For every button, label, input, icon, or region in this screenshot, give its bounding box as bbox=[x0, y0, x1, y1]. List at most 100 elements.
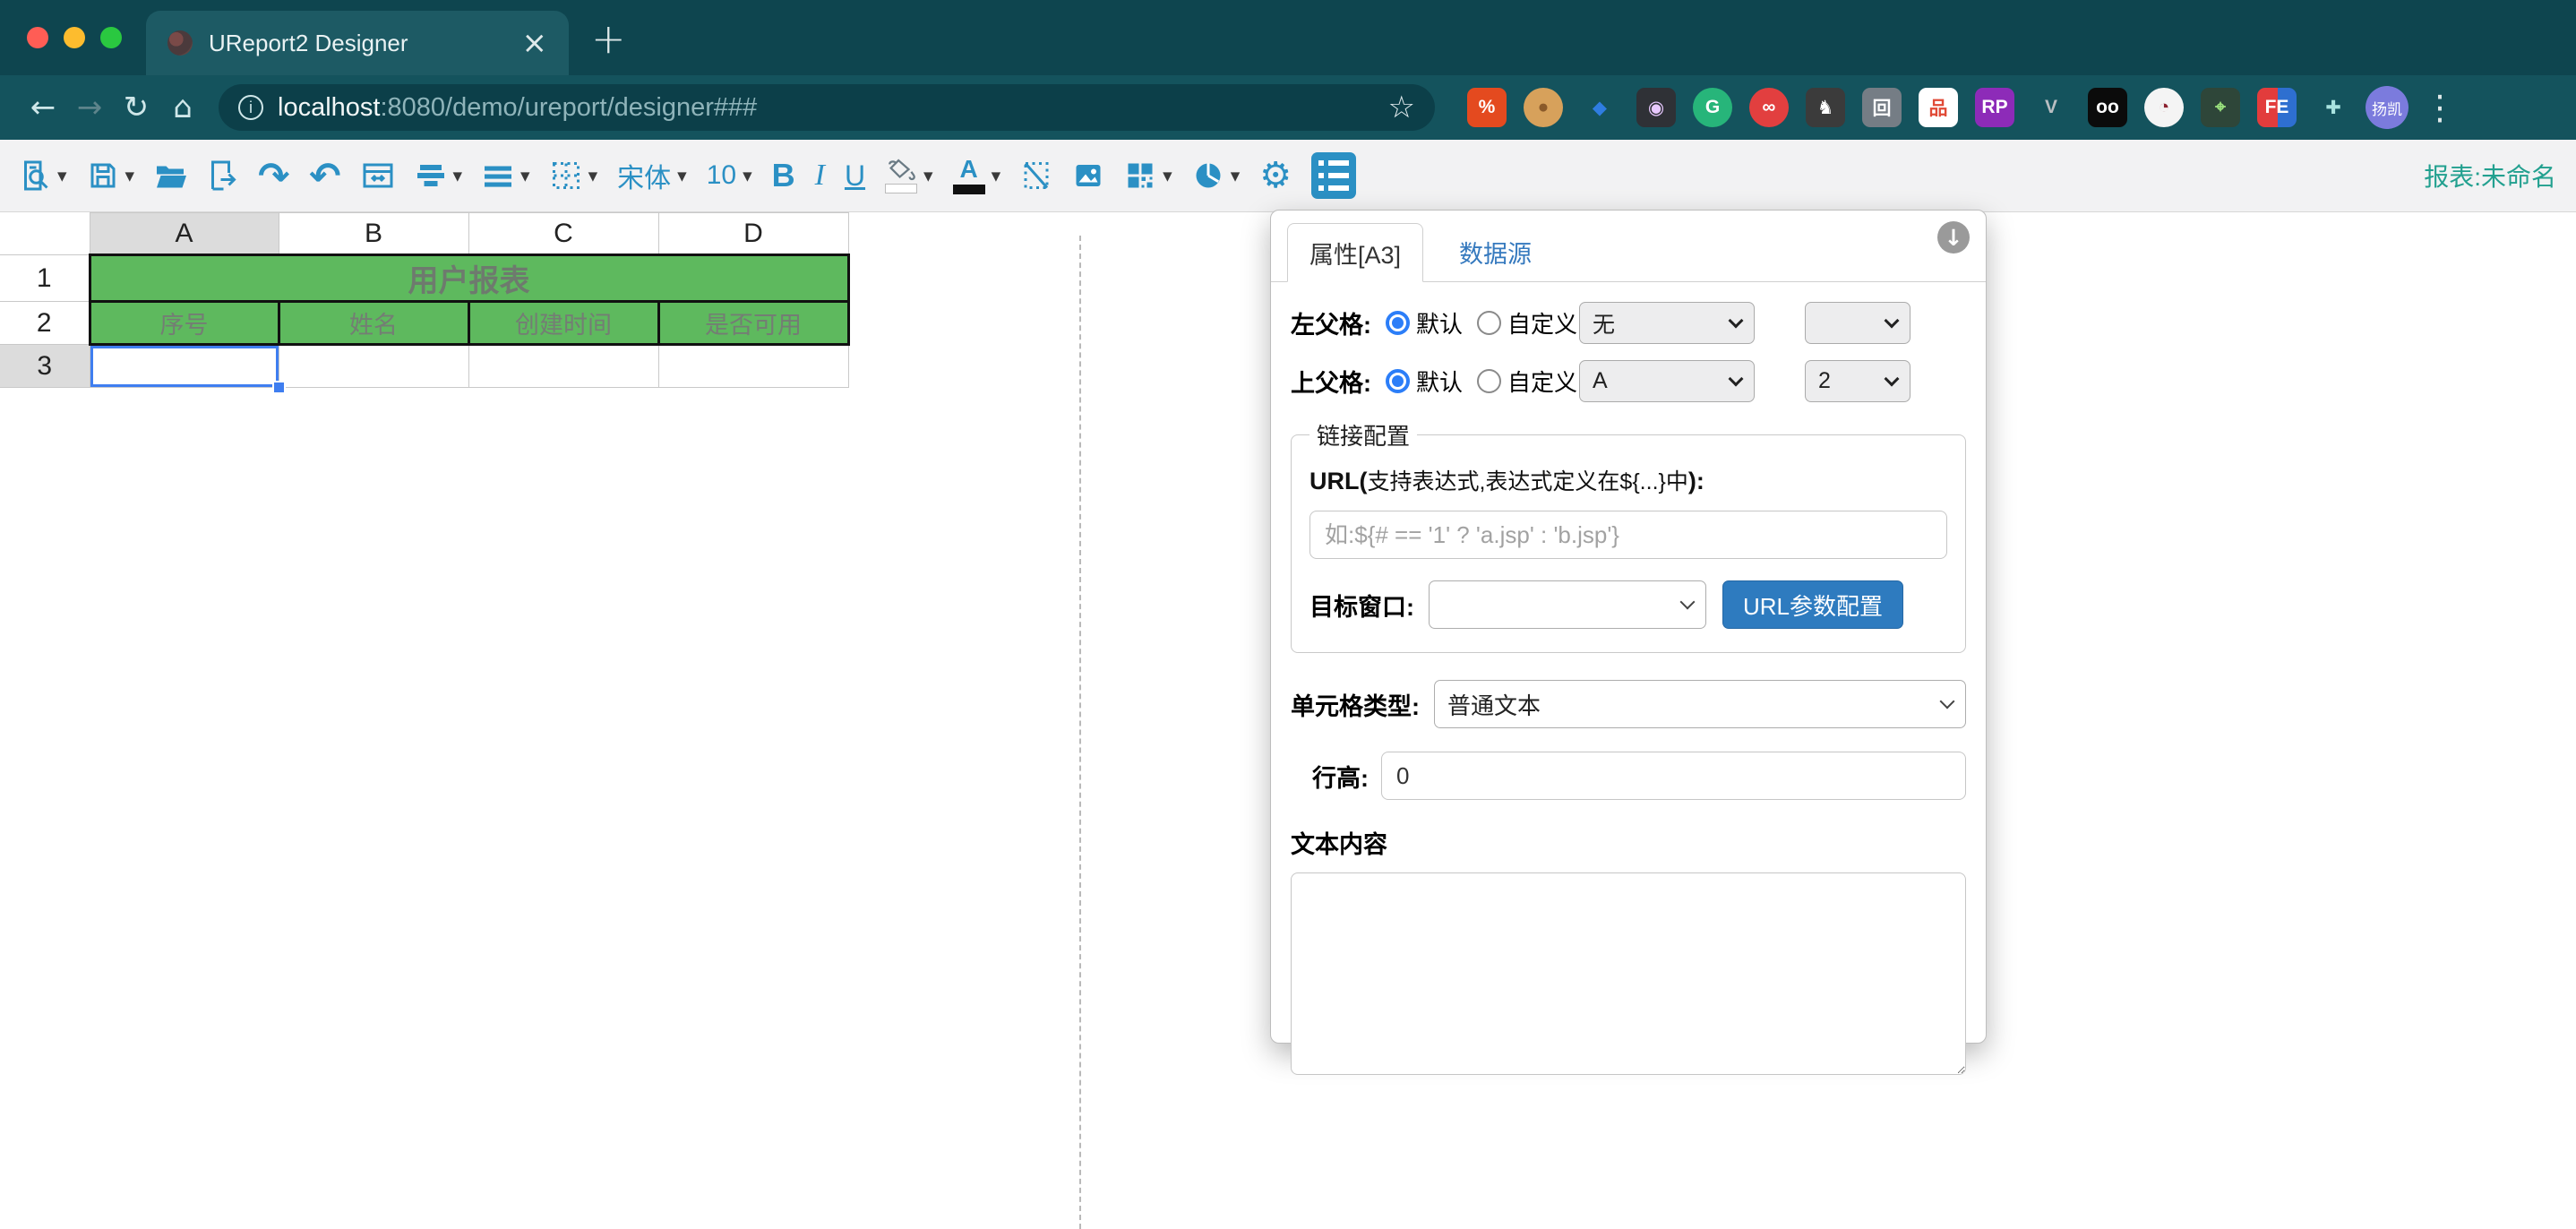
save-button[interactable]: ▾ bbox=[81, 156, 142, 195]
cell-type-select[interactable]: 普通文本 bbox=[1434, 680, 1966, 728]
cell-C2[interactable]: 创建时间 bbox=[467, 300, 660, 346]
home-icon[interactable]: ⌂ bbox=[159, 90, 206, 125]
cell-borders-button[interactable]: ▾ bbox=[544, 156, 605, 195]
designer-toolbar: ▾ ▾ ↷ ↶ ▾ ▾ ▾ 宋体 ▾ 10 ▾ B I U ▾ A ▾ ▾ ▾ … bbox=[0, 140, 2576, 212]
ext-fe-icon[interactable]: FE bbox=[2257, 88, 2297, 127]
tab-properties[interactable]: 属性[A3] bbox=[1287, 223, 1424, 282]
ext-axure-rp-icon[interactable]: RP bbox=[1975, 88, 2014, 127]
row-header-1[interactable]: 1 bbox=[0, 254, 90, 302]
profile-avatar[interactable]: 扬凯 bbox=[2366, 86, 2409, 129]
font-family-select[interactable]: 宋体 ▾ bbox=[611, 152, 693, 199]
text-content-textarea[interactable] bbox=[1291, 872, 1966, 1075]
url-bar[interactable]: i localhost:8080/demo/ureport/designer##… bbox=[219, 84, 1435, 131]
left-parent-custom-radio[interactable] bbox=[1477, 311, 1502, 335]
ext-oo-icon[interactable]: oo bbox=[2088, 88, 2127, 127]
cell-D3[interactable] bbox=[657, 344, 849, 388]
ext-vue-icon[interactable]: V bbox=[2031, 88, 2071, 127]
import-excel-button[interactable] bbox=[200, 156, 245, 195]
align-center-icon bbox=[416, 165, 444, 186]
preview-report-button[interactable]: ▾ bbox=[13, 156, 73, 195]
top-parent-row-select[interactable]: 2 bbox=[1805, 360, 1911, 402]
top-parent-default-radio[interactable] bbox=[1386, 369, 1410, 393]
back-icon[interactable]: ← bbox=[20, 90, 66, 125]
italic-button[interactable]: I bbox=[809, 155, 831, 196]
new-tab-button[interactable]: + bbox=[591, 14, 626, 63]
report-name-label: 报表:未命名 bbox=[2424, 163, 2556, 191]
panel-collapse-button[interactable]: ↓ bbox=[1937, 221, 1970, 254]
column-header-C[interactable]: C bbox=[468, 212, 659, 255]
dropdown-caret-icon: ▾ bbox=[923, 165, 933, 186]
url-label: URL(支持表达式,表达式定义在${...}中): bbox=[1309, 468, 1704, 494]
cell-C3[interactable] bbox=[468, 344, 659, 388]
url-param-config-button[interactable]: URL参数配置 bbox=[1722, 580, 1904, 629]
forward-icon[interactable]: → bbox=[66, 90, 113, 125]
ext-blue-drop-icon[interactable]: ◆ bbox=[1580, 88, 1619, 127]
ext-grammarly-icon[interactable]: G bbox=[1693, 88, 1732, 127]
selection-fill-handle[interactable] bbox=[271, 381, 286, 394]
tab-close-icon[interactable]: × bbox=[522, 28, 548, 58]
ext-compass-icon[interactable]: ◔ bbox=[2144, 88, 2184, 127]
fill-color-button[interactable]: ▾ bbox=[879, 154, 940, 197]
ext-puzzle-icon[interactable]: ✚ bbox=[2314, 88, 2353, 127]
reload-icon[interactable]: ↻ bbox=[113, 90, 159, 125]
insert-image-button[interactable] bbox=[1066, 156, 1111, 195]
underline-button[interactable]: U bbox=[838, 156, 872, 196]
cell-A3-selected[interactable] bbox=[89, 344, 286, 394]
url-input[interactable] bbox=[1309, 511, 1947, 559]
maximize-window-button[interactable] bbox=[100, 27, 122, 48]
ext-camera-icon[interactable]: ◉ bbox=[1636, 88, 1676, 127]
redo-button[interactable]: ↷ bbox=[252, 150, 296, 202]
chart-button[interactable]: ▾ bbox=[1186, 156, 1247, 195]
ext-cat-icon[interactable]: ♞ bbox=[1806, 88, 1845, 127]
row-height-input[interactable] bbox=[1381, 752, 1966, 800]
close-window-button[interactable] bbox=[27, 27, 48, 48]
left-parent-column-select[interactable]: 无 bbox=[1579, 302, 1755, 344]
undo-button[interactable]: ↶ bbox=[303, 150, 347, 202]
cell-B3[interactable] bbox=[278, 344, 469, 388]
slash-cell-button[interactable] bbox=[1014, 156, 1059, 195]
qrcode-button[interactable]: ▾ bbox=[1118, 156, 1179, 195]
site-info-icon[interactable]: i bbox=[238, 95, 263, 120]
left-parent-default-radio[interactable] bbox=[1386, 311, 1410, 335]
top-parent-column-select[interactable]: A bbox=[1579, 360, 1755, 402]
chevron-down-icon bbox=[1679, 594, 1696, 610]
ext-picker-icon[interactable]: ⌖ bbox=[2201, 88, 2240, 127]
row-header-3[interactable]: 3 bbox=[0, 344, 90, 388]
bookmark-star-icon[interactable]: ☆ bbox=[1388, 90, 1415, 125]
grid-corner-cell[interactable] bbox=[0, 212, 90, 255]
column-header-D[interactable]: D bbox=[657, 212, 849, 255]
property-panel-toggle-button[interactable] bbox=[1305, 149, 1362, 202]
border-lines-button[interactable]: ▾ bbox=[476, 156, 537, 195]
row-header-2[interactable]: 2 bbox=[0, 301, 90, 345]
browser-navbar: ← → ↻ ⌂ i localhost:8080/demo/ureport/de… bbox=[0, 75, 2576, 140]
page-boundary-dashed-line bbox=[1079, 236, 1081, 1229]
browser-tab[interactable]: UReport2 Designer × bbox=[146, 11, 569, 75]
browser-menu-icon[interactable]: ⋮ bbox=[2423, 88, 2457, 127]
column-header-A[interactable]: A bbox=[89, 212, 279, 255]
cell-D2[interactable]: 是否可用 bbox=[657, 300, 850, 346]
ext-infinity-icon[interactable]: ∞ bbox=[1749, 88, 1789, 127]
font-size-select[interactable]: 10 ▾ bbox=[700, 157, 759, 194]
url-text[interactable]: localhost:8080/demo/ureport/designer### bbox=[278, 93, 757, 123]
ext-cookie-icon[interactable]: ● bbox=[1524, 88, 1563, 127]
cell-B2[interactable]: 姓名 bbox=[277, 300, 470, 346]
settings-button[interactable]: ⚙ bbox=[1253, 151, 1298, 200]
font-color-button[interactable]: A ▾ bbox=[947, 153, 1008, 198]
tab-datasource[interactable]: 数据源 bbox=[1438, 223, 1553, 281]
cell-A2[interactable]: 序号 bbox=[88, 300, 280, 346]
ext-frame-icon[interactable]: 回 bbox=[1862, 88, 1902, 127]
ext-red-dev-icon[interactable]: % bbox=[1467, 88, 1507, 127]
bold-button[interactable]: B bbox=[766, 153, 802, 198]
text-content-label: 文本内容 bbox=[1291, 831, 1387, 858]
minimize-window-button[interactable] bbox=[64, 27, 85, 48]
column-header-B[interactable]: B bbox=[278, 212, 469, 255]
left-parent-row-select[interactable] bbox=[1805, 302, 1911, 344]
open-file-button[interactable] bbox=[148, 156, 193, 195]
left-parent-label: 左父格: bbox=[1291, 312, 1371, 339]
target-window-select[interactable] bbox=[1429, 580, 1706, 629]
align-button[interactable]: ▾ bbox=[408, 156, 469, 195]
ext-org-tree-icon[interactable]: 品 bbox=[1919, 88, 1958, 127]
top-parent-custom-radio[interactable] bbox=[1477, 369, 1502, 393]
merge-cell-button[interactable] bbox=[355, 156, 401, 195]
cell-A1-title[interactable]: 用户报表 bbox=[88, 254, 850, 303]
